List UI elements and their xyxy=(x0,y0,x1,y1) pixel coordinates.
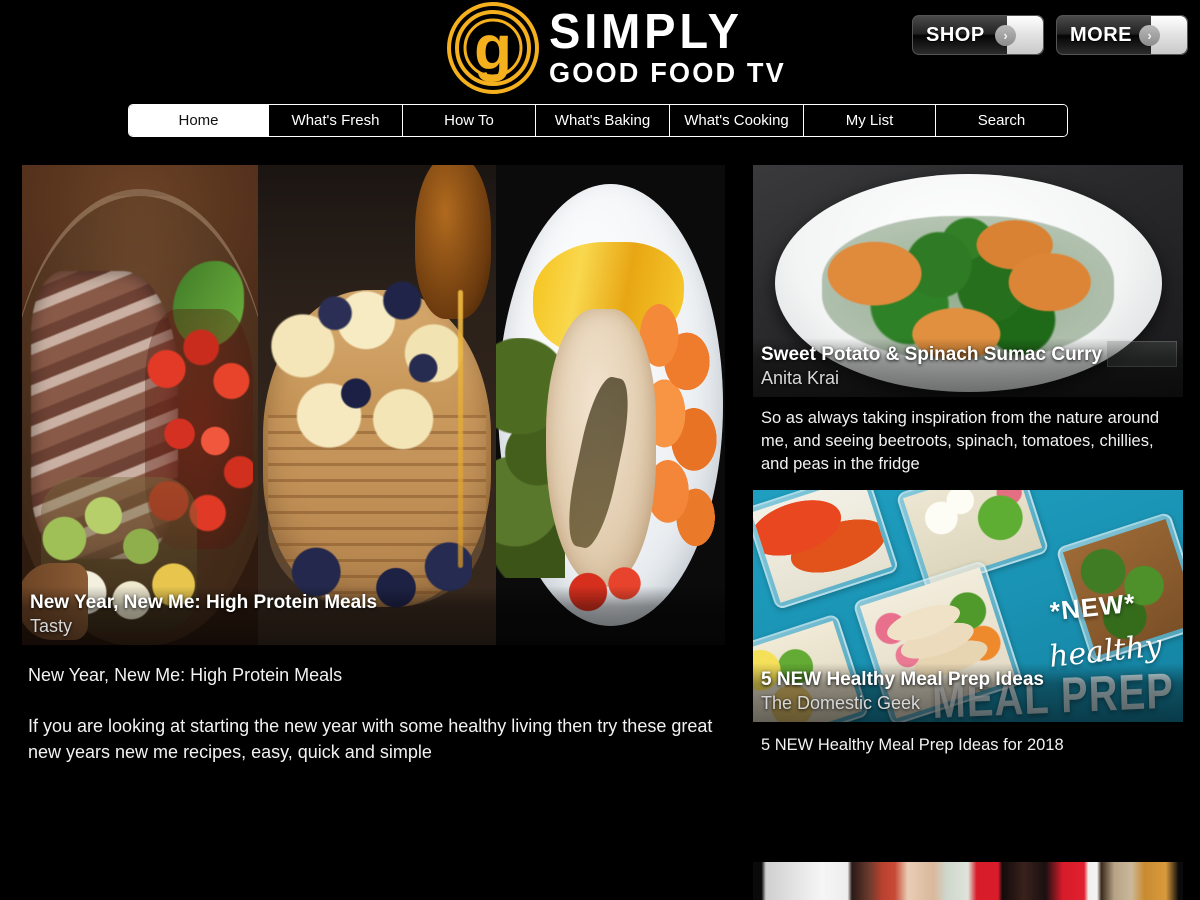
chevron-right-icon: › xyxy=(1139,24,1160,46)
nav-item-home[interactable]: Home xyxy=(129,105,269,136)
logo-g-icon: g xyxy=(447,2,539,94)
more-button-label: MORE xyxy=(1070,23,1132,46)
featured-image-triptych xyxy=(22,165,725,645)
feature-panel-chicken-veg xyxy=(496,165,725,645)
site-logo[interactable]: g SIMPLY GOOD FOOD TV xyxy=(447,2,793,94)
featured-article-thumbnail[interactable]: New Year, New Me: High Protein Meals Tas… xyxy=(22,165,725,645)
mealprep-description: 5 NEW Healthy Meal Prep Ideas for 2018 xyxy=(761,736,1064,755)
featured-article-body: New Year, New Me: High Protein Meals If … xyxy=(22,645,725,765)
mealprep-caption-overlay: 5 NEW Healthy Meal Prep Ideas The Domest… xyxy=(753,662,1183,723)
nav-item-how-to[interactable]: How To xyxy=(403,105,536,136)
feature-panel-pancakes xyxy=(258,165,496,645)
chevron-right-icon: › xyxy=(995,24,1016,46)
nav-item-whats-baking[interactable]: What's Baking xyxy=(536,105,670,136)
featured-description: If you are looking at starting the new y… xyxy=(28,716,713,763)
featured-overlay-title: New Year, New Me: High Protein Meals xyxy=(30,591,378,613)
featured-article: New Year, New Me: High Protein Meals Tas… xyxy=(22,165,725,765)
nav-item-whats-cooking[interactable]: What's Cooking xyxy=(670,105,804,136)
site-header: g SIMPLY GOOD FOOD TV SHOP › MORE › xyxy=(0,0,1200,98)
shop-button-tab: › xyxy=(995,16,1043,54)
more-button[interactable]: MORE › xyxy=(1056,15,1188,55)
featured-caption-overlay: New Year, New Me: High Protein Meals Tas… xyxy=(22,585,725,645)
nav-item-my-list[interactable]: My List xyxy=(804,105,936,136)
curry-overlay-title: Sweet Potato & Spinach Sumac Curry xyxy=(761,343,1103,365)
next-article-thumbnail-partial[interactable] xyxy=(753,862,1183,900)
mealprep-article-thumbnail[interactable]: *NEW* healthy MEAL PREP 5 NEW Healthy Me… xyxy=(753,490,1183,723)
list-item: Sweet Potato & Spinach Sumac Curry Anita… xyxy=(753,165,1183,476)
header-button-group: SHOP › MORE › xyxy=(912,15,1188,55)
shop-button[interactable]: SHOP › xyxy=(912,15,1044,55)
logo-primary-text: SIMPLY xyxy=(549,5,743,60)
mealprep-overlay-title: 5 NEW Healthy Meal Prep Ideas xyxy=(761,668,1044,690)
more-button-tab: › xyxy=(1139,16,1187,54)
mealprep-overlay-author: The Domestic Geek xyxy=(761,692,921,713)
nav-item-search[interactable]: Search xyxy=(936,105,1067,136)
nav-item-whats-fresh[interactable]: What's Fresh xyxy=(269,105,403,136)
sidebar-article-list: Sweet Potato & Spinach Sumac Curry Anita… xyxy=(753,165,1183,771)
featured-overlay-author: Tasty xyxy=(30,615,73,636)
shop-button-label: SHOP xyxy=(926,23,985,46)
curry-description: So as always taking inspiration from the… xyxy=(761,409,1160,474)
svg-text:g: g xyxy=(474,14,512,83)
next-article-image xyxy=(753,862,1183,900)
page-content: New Year, New Me: High Protein Meals Tas… xyxy=(0,160,1200,900)
curry-article-thumbnail[interactable]: Sweet Potato & Spinach Sumac Curry Anita… xyxy=(753,165,1183,397)
curry-overlay-author: Anita Krai xyxy=(761,367,840,388)
logo-secondary-text: GOOD FOOD TV xyxy=(549,56,786,88)
feature-panel-steak-salad xyxy=(22,165,258,645)
curry-caption-overlay: Sweet Potato & Spinach Sumac Curry Anita… xyxy=(753,337,1183,397)
main-navigation: Home What's Fresh How To What's Baking W… xyxy=(128,104,1068,137)
featured-headline[interactable]: New Year, New Me: High Protein Meals xyxy=(28,663,721,687)
list-item: *NEW* healthy MEAL PREP 5 NEW Healthy Me… xyxy=(753,490,1183,757)
